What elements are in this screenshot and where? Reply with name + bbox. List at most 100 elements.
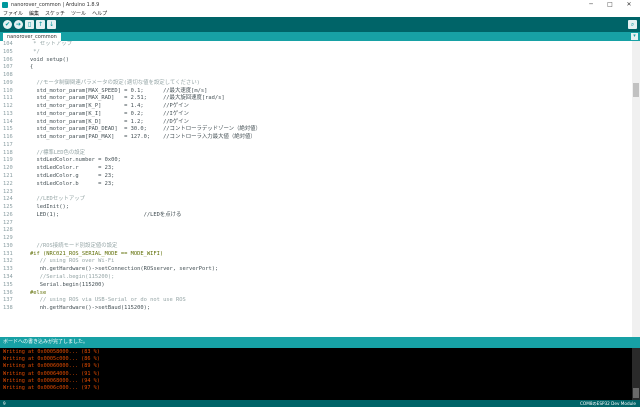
editor-scrollbar[interactable] (632, 41, 640, 337)
code-line[interactable]: 104 * セットアップ (0, 41, 632, 49)
title-bar: nanorover_common | Arduino 1.8.9 ─ □ ✕ (0, 0, 640, 9)
code-line[interactable]: 119 stdLedColor.number = 0x00; (0, 157, 632, 165)
code-line[interactable]: 106 void setup() (0, 57, 632, 65)
code-line[interactable]: 129 (0, 235, 632, 243)
code-line[interactable]: 122 stdLedColor.b = 23; (0, 181, 632, 189)
line-number: 118 (3, 149, 13, 156)
line-number: 123 (3, 188, 13, 195)
new-file-icon: ▯ (27, 20, 32, 28)
editor-scroll-thumb[interactable] (633, 83, 639, 97)
tab-nanorover-common[interactable]: nanorover_common (3, 33, 61, 41)
line-number: 128 (3, 227, 13, 234)
console-line: Writing at 0x00058000... (83 %) (3, 349, 100, 355)
code-text: // using ROS via USB-Serial or do not us… (30, 297, 186, 304)
code-editor[interactable]: 104 * セットアップ 105 */106 void setup() 107 {108… (0, 41, 632, 337)
code-line[interactable]: 118 //標準LED色の設定 (0, 150, 632, 158)
line-number: 121 (3, 173, 13, 180)
menu-help[interactable]: ヘルプ (92, 10, 107, 17)
console-line: Writing at 0x00068000... (94 %) (3, 377, 100, 384)
code-line[interactable]: 137 // using ROS via USB-Serial or do no… (0, 297, 632, 305)
maximize-icon[interactable]: □ (603, 0, 617, 9)
window-title: nanorover_common | Arduino 1.8.9 (11, 1, 100, 8)
console-scroll-thumb[interactable] (633, 388, 639, 398)
verify-button[interactable]: ✔ (3, 20, 12, 29)
code-line[interactable]: 125 ledInit(); (0, 204, 632, 212)
upload-button[interactable]: ➔ (14, 20, 23, 29)
code-line[interactable]: 128 (0, 227, 632, 235)
line-number: 129 (3, 235, 13, 242)
code-text: nh.getHardware()->setBaud(115200); (30, 305, 151, 312)
cursor-line-number: 9 (3, 401, 6, 406)
line-number: 119 (3, 157, 13, 164)
line-number: 124 (3, 196, 13, 203)
code-line[interactable]: 113 std_motor_param[K_I] = 0.2; //Iゲイン (0, 111, 632, 119)
code-line[interactable]: 112 std_motor_param[K_P] = 1.4; //Pゲイン (0, 103, 632, 111)
menu-tools[interactable]: ツール (71, 10, 86, 17)
code-text: */ (30, 48, 40, 55)
code-line[interactable]: 117 (0, 142, 632, 150)
code-text: { (30, 64, 34, 71)
code-text: ledInit(); (30, 204, 69, 211)
code-line[interactable]: 138 nh.getHardware()->setBaud(115200); (0, 305, 632, 313)
tab-menu-icon[interactable]: ▾ (631, 33, 638, 40)
status-message: ボードへの書き込みが完了しました。 (3, 339, 89, 345)
code-line[interactable]: 131 #if (NRC021_ROS_SERIAL_MODE == MODE_W… (0, 251, 632, 259)
code-text: nh.getHardware()->setConnection(ROSserve… (30, 266, 219, 273)
line-number: 134 (3, 273, 13, 280)
line-number: 111 (3, 95, 13, 102)
output-console[interactable]: Writing at 0x00058000... (83 %) Writing a… (0, 348, 632, 400)
code-line[interactable]: 111 std_motor_param[MAX_RAD] = 2.51; //最… (0, 95, 632, 103)
code-text: std_motor_param[K_P] = 1.4; //Pゲイン (30, 103, 189, 110)
code-text: //モータ制御関連パラメータの設定(適切な値を設定してください) (30, 79, 200, 86)
line-number: 108 (3, 72, 13, 79)
line-number: 109 (3, 79, 13, 86)
code-text: std_motor_param[MAX_RAD] = 2.51; //最大旋回速… (30, 95, 225, 102)
line-number: 110 (3, 87, 13, 94)
code-line[interactable]: 127 (0, 220, 632, 228)
code-line[interactable]: 123 (0, 189, 632, 197)
code-line[interactable]: 109 //モータ制御関連パラメータの設定(適切な値を設定してください) (0, 80, 632, 88)
code-text: stdLedColor.number = 0x00; (30, 157, 121, 164)
line-number: 112 (3, 103, 13, 110)
close-icon[interactable]: ✕ (622, 0, 636, 9)
console-line: Writing at 0x00060000... (89 %) (3, 363, 100, 370)
code-line[interactable]: 134 //Serial.begin(115200); (0, 274, 632, 282)
console-scrollbar[interactable] (632, 348, 640, 400)
menu-sketch[interactable]: スケッチ (45, 10, 65, 17)
arrow-up-icon: ↑ (37, 20, 44, 28)
line-number: 107 (3, 64, 13, 71)
code-line[interactable]: 132 // using ROS over Wi-Fi (0, 258, 632, 266)
tab-bar: nanorover_common ▾ (0, 32, 640, 41)
code-line[interactable]: 133 nh.getHardware()->setConnection(ROSs… (0, 266, 632, 274)
code-line[interactable]: 108 (0, 72, 632, 80)
code-line[interactable]: 105 */ (0, 49, 632, 57)
serial-monitor-button[interactable]: ⌕ (628, 20, 637, 29)
code-line[interactable]: 116 std_motor_param[PAD_MAX] = 127.0; //… (0, 134, 632, 142)
code-line[interactable]: 126 LED(1); //LEDを点ける (0, 212, 632, 220)
code-line[interactable]: 120 stdLedColor.r = 23; (0, 165, 632, 173)
code-text: stdLedColor.r = 23; (30, 165, 115, 172)
magnifier-icon: ⌕ (630, 20, 635, 28)
code-line[interactable]: 121 stdLedColor.g = 23; (0, 173, 632, 181)
minimize-icon[interactable]: ─ (584, 0, 598, 9)
code-line[interactable]: 124 //LEDセットアップ (0, 196, 632, 204)
menu-edit[interactable]: 編集 (29, 10, 39, 17)
code-line[interactable]: 130 //ROS接続モード別設定値の設定 (0, 243, 632, 251)
code-line[interactable]: 136 #else (0, 290, 632, 298)
line-number: 135 (3, 281, 13, 288)
code-text: * セットアップ (30, 41, 73, 47)
open-button[interactable]: ↑ (36, 20, 45, 29)
menu-file[interactable]: ファイル (3, 10, 23, 17)
code-text: //標準LED色の設定 (30, 149, 86, 156)
console-line: Writing at 0x00064000... (91 %) (3, 370, 100, 377)
code-text: //LEDセットアップ (30, 196, 86, 203)
new-sketch-button[interactable]: ▯ (25, 20, 34, 29)
line-number: 131 (3, 250, 13, 257)
code-text: stdLedColor.b = 23; (30, 180, 115, 187)
code-line[interactable]: 107 { (0, 64, 632, 72)
save-button[interactable]: ↓ (47, 20, 56, 29)
console-line: Writing at 0x0006c000... (97 %) (3, 384, 100, 391)
arduino-app-icon (2, 1, 8, 8)
code-line[interactable]: 135 Serial.begin(115200) (0, 282, 632, 290)
code-text: //Serial.begin(115200); (30, 273, 115, 280)
